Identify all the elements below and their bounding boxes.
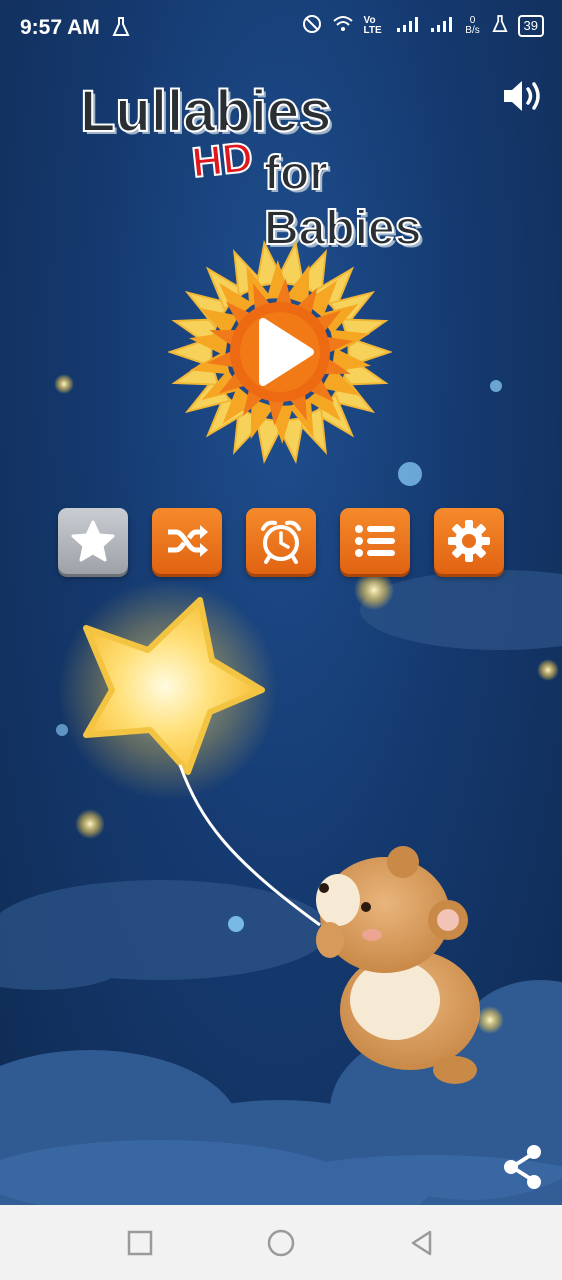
- list-icon: [355, 525, 395, 557]
- gear-icon: [448, 520, 490, 562]
- do-not-disturb-icon: [302, 14, 322, 37]
- favorites-button[interactable]: [58, 508, 128, 574]
- play-button[interactable]: [166, 240, 394, 464]
- play-icon: [166, 240, 394, 464]
- signal-icon-2: [430, 15, 454, 36]
- alarm-clock-icon: [261, 520, 301, 564]
- signal-icon: [396, 15, 420, 36]
- shuffle-button[interactable]: [152, 508, 222, 574]
- share-button[interactable]: [500, 1142, 546, 1192]
- main-toolbar: [58, 508, 504, 574]
- battery-indicator: 39: [517, 14, 544, 37]
- playlist-button[interactable]: [340, 508, 410, 574]
- status-icons: Vo LTE 0 B/s 39: [302, 14, 544, 37]
- flask-icon-2: [491, 14, 508, 37]
- logo-hd: HD: [189, 132, 256, 187]
- sound-button[interactable]: [500, 76, 546, 116]
- square-icon: [127, 1230, 153, 1256]
- circle-icon: [267, 1229, 295, 1257]
- star-icon: [71, 520, 115, 562]
- speaker-icon: [504, 81, 540, 111]
- status-time: 9:57 AM: [20, 16, 100, 39]
- share-icon: [504, 1145, 541, 1189]
- timer-button[interactable]: [246, 508, 316, 574]
- data-rate-label: 0 B/s: [465, 14, 480, 36]
- shuffle-icon: [168, 525, 208, 557]
- recents-button[interactable]: [122, 1225, 158, 1261]
- status-bar: 9:57 AM Vo LTE 0 B/s 39: [0, 0, 562, 58]
- logo-title: Lullabies: [79, 78, 332, 145]
- home-button[interactable]: [263, 1225, 299, 1261]
- app-screen: 9:57 AM Vo LTE 0 B/s 39 Lullabies HD for…: [0, 0, 562, 1205]
- app-logo: Lullabies HD for Babies: [76, 78, 496, 256]
- back-button[interactable]: [404, 1225, 440, 1261]
- triangle-back-icon: [411, 1230, 432, 1256]
- flask-icon: [112, 16, 130, 43]
- wifi-icon: [332, 15, 354, 36]
- network-type-label: Vo LTE: [363, 14, 382, 36]
- settings-button[interactable]: [434, 508, 504, 574]
- star-balloon: [58, 580, 321, 927]
- system-nav-bar: [0, 1205, 562, 1280]
